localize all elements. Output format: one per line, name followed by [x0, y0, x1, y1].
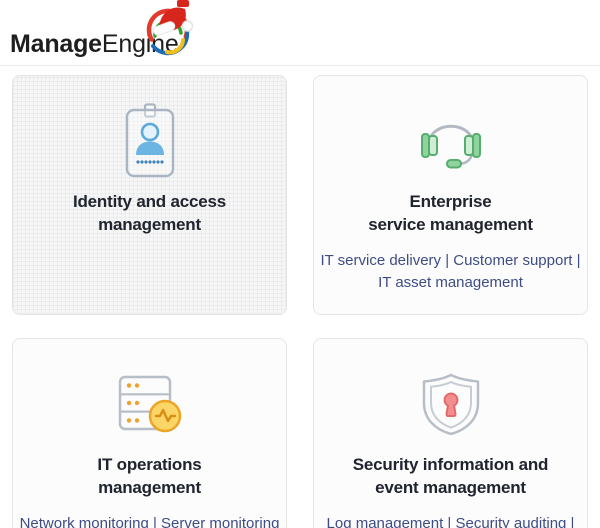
- card-title: Enterprise service management: [316, 190, 585, 236]
- card-title-line: Security information and: [316, 453, 585, 476]
- swirl-with-santa-hat-icon: [141, 0, 199, 62]
- card-enterprise-service-management[interactable]: Enterprise service management IT service…: [313, 75, 588, 315]
- server-monitoring-icon: [117, 374, 183, 434]
- card-title: IT operations management: [15, 453, 284, 499]
- card-it-operations-management[interactable]: IT operations management Network monitor…: [12, 338, 287, 528]
- card-title: Identity and access management: [15, 190, 284, 236]
- product-category-grid: Identity and access management Enterpris…: [0, 66, 600, 528]
- card-title-line: IT operations: [15, 453, 284, 476]
- icon-box: [316, 102, 585, 180]
- headset-icon: [415, 109, 487, 173]
- card-title-line: Enterprise: [316, 190, 585, 213]
- card-security-information-and-event-management[interactable]: Security information and event managemen…: [313, 338, 588, 528]
- logo-text-bold: Manage: [10, 30, 102, 58]
- santa-hat-tip: [177, 0, 189, 7]
- icon-box: [15, 365, 284, 443]
- card-title-line: management: [15, 213, 284, 236]
- page-header: ManageEngine: [0, 0, 600, 66]
- shield-keyhole-icon: [420, 373, 482, 435]
- card-sublinks[interactable]: IT service delivery | Customer support |…: [316, 250, 585, 294]
- icon-box: [316, 365, 585, 443]
- card-identity-and-access-management[interactable]: Identity and access management: [12, 75, 287, 315]
- card-sublinks[interactable]: Log management | Security auditing | Thr…: [316, 513, 585, 528]
- icon-box: [15, 102, 284, 180]
- card-sublinks[interactable]: Network monitoring | Server monitoring |…: [15, 513, 284, 528]
- card-title-line: management: [15, 476, 284, 499]
- card-title: Security information and event managemen…: [316, 453, 585, 499]
- card-title-line: service management: [316, 213, 585, 236]
- id-badge-icon: [122, 103, 178, 179]
- card-title-line: event management: [316, 476, 585, 499]
- card-title-line: Identity and access: [15, 190, 284, 213]
